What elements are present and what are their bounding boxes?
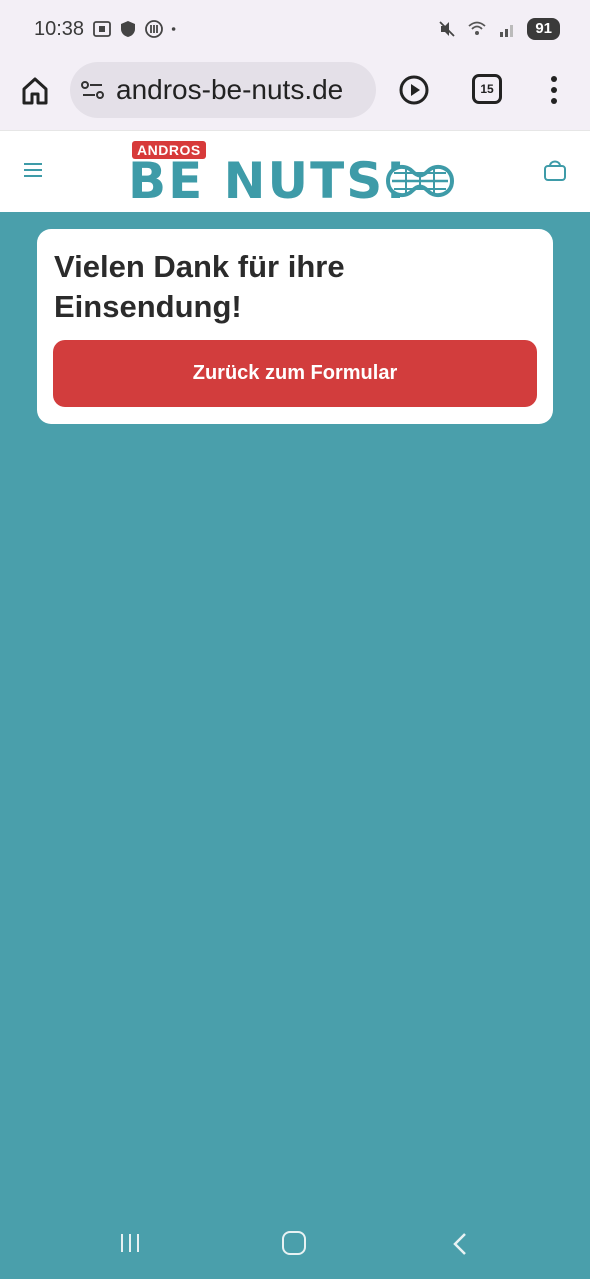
screenshot-icon <box>93 21 111 37</box>
confirmation-title: Vielen Dank für ihre Einsendung! <box>54 249 345 324</box>
status-time: 10:38 <box>34 18 85 40</box>
tab-switcher-button[interactable]: 15 <box>472 74 502 104</box>
back-icon[interactable] <box>452 1232 468 1256</box>
confirmation-card: Vielen Dank für ihre Einsendung! Zurück … <box>37 229 553 424</box>
status-bar: 10:38 91 <box>0 0 590 62</box>
dot-icon <box>171 27 176 31</box>
browser-toolbar: andros-be-nuts.de 15 <box>0 62 590 130</box>
play-icon[interactable] <box>398 74 430 106</box>
logo-wordmark: BE NUTS! <box>128 152 410 210</box>
back-to-form-button[interactable]: Zurück zum Formular <box>53 340 537 407</box>
wifi-icon <box>468 21 486 35</box>
site-settings-icon[interactable] <box>80 78 106 102</box>
site-header: ANDROS BE NUTS! <box>0 130 590 212</box>
status-system-icons: 91 <box>437 18 560 40</box>
address-bar[interactable]: andros-be-nuts.de <box>70 62 376 118</box>
vpn-icon <box>145 20 163 38</box>
peanut-icon <box>385 164 455 198</box>
system-nav-bar <box>0 1210 590 1279</box>
mute-icon <box>439 21 455 37</box>
shield-icon <box>121 21 135 37</box>
recent-apps-icon[interactable] <box>118 1232 142 1254</box>
menu-icon[interactable] <box>22 161 44 179</box>
battery-icon: 91 <box>527 18 560 40</box>
status-notification-icons <box>92 19 182 39</box>
shopping-bag-icon[interactable] <box>542 157 568 183</box>
home-icon[interactable] <box>18 74 52 108</box>
home-nav-icon[interactable] <box>282 1231 306 1255</box>
signal-icon <box>500 25 514 37</box>
url-text: andros-be-nuts.de <box>116 74 344 105</box>
site-logo[interactable]: ANDROS BE NUTS! <box>128 139 460 209</box>
more-options-icon[interactable] <box>548 74 560 106</box>
